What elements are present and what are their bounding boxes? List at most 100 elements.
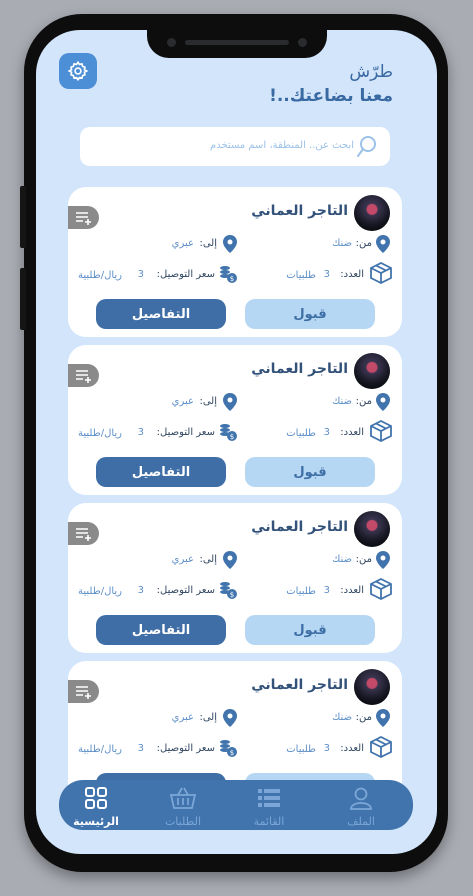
from-value: ضنك bbox=[332, 238, 352, 249]
details-button[interactable]: التفاصيل bbox=[96, 615, 226, 645]
count-unit: طلبيات bbox=[286, 428, 316, 439]
count-value: 3 bbox=[323, 743, 330, 754]
from-label: من: bbox=[355, 238, 372, 249]
avatar bbox=[354, 511, 390, 547]
price-unit: ريال/طلبية bbox=[78, 586, 122, 597]
details-button[interactable]: التفاصيل bbox=[96, 299, 226, 329]
settings-button[interactable] bbox=[59, 53, 97, 89]
count-unit: طلبيات bbox=[286, 586, 316, 597]
price-value: 3 bbox=[137, 585, 144, 596]
grid-icon bbox=[85, 787, 107, 809]
svg-text:$: $ bbox=[230, 433, 234, 441]
price-label: سعر التوصيل: bbox=[156, 585, 215, 596]
location-pin-icon bbox=[223, 235, 237, 253]
location-pin-icon bbox=[376, 235, 390, 253]
add-to-list-button[interactable] bbox=[68, 206, 99, 229]
user-icon bbox=[350, 787, 372, 810]
volume-up-button bbox=[20, 186, 26, 248]
count-value: 3 bbox=[323, 269, 330, 280]
notch bbox=[147, 30, 327, 58]
location-pin-icon bbox=[223, 393, 237, 411]
details-button[interactable]: التفاصيل bbox=[96, 457, 226, 487]
from-pin bbox=[376, 235, 390, 257]
to-label: إلى: bbox=[199, 712, 217, 723]
nav-home-label: الرئيسية bbox=[73, 815, 119, 828]
svg-text:$: $ bbox=[230, 749, 234, 757]
location-pin-icon bbox=[223, 551, 237, 569]
box-icon bbox=[370, 419, 392, 443]
nav-profile-label: الملف bbox=[347, 815, 375, 828]
basket-icon bbox=[169, 787, 197, 809]
price-value: 3 bbox=[137, 427, 144, 438]
location-pin-icon bbox=[223, 709, 237, 727]
search-placeholder: ابحث عن.. المنطقة، اسم مستخدم bbox=[210, 140, 354, 151]
price-value: 3 bbox=[137, 743, 144, 754]
camera-right bbox=[298, 38, 307, 47]
to-value: عبري bbox=[171, 712, 194, 723]
count-unit: طلبيات bbox=[286, 744, 316, 755]
merchant-name: التاجر العماني bbox=[251, 361, 348, 377]
count-icon bbox=[370, 577, 392, 604]
coins-icon: $ bbox=[220, 740, 237, 757]
merchant-name: التاجر العماني bbox=[251, 203, 348, 219]
nav-orders-label: الطلبات bbox=[164, 815, 202, 828]
location-pin-icon bbox=[376, 551, 390, 569]
nav-list[interactable]: القائمة bbox=[239, 786, 299, 828]
from-pin bbox=[376, 393, 390, 415]
avatar bbox=[354, 669, 390, 705]
coins-icon: $ bbox=[220, 424, 237, 441]
to-pin bbox=[223, 709, 237, 731]
add-to-list-button[interactable] bbox=[68, 680, 99, 703]
from-pin bbox=[376, 551, 390, 573]
add-list-icon bbox=[75, 685, 91, 699]
add-to-list-button[interactable] bbox=[68, 522, 99, 545]
price-unit: ريال/طلبية bbox=[78, 270, 122, 281]
count-icon bbox=[370, 261, 392, 288]
count-value: 3 bbox=[323, 585, 330, 596]
bottom-navigation: الملف القائمة الطلبات الرئيسية bbox=[59, 780, 413, 830]
box-icon bbox=[370, 261, 392, 285]
add-to-list-button[interactable] bbox=[68, 364, 99, 387]
price-icon: $ bbox=[218, 738, 238, 762]
accept-button[interactable]: قبول bbox=[245, 615, 375, 645]
price-label: سعر التوصيل: bbox=[156, 269, 215, 280]
to-value: عبري bbox=[171, 238, 194, 249]
to-label: إلى: bbox=[199, 238, 217, 249]
app-title: طرّش bbox=[349, 62, 393, 82]
to-label: إلى: bbox=[199, 554, 217, 565]
camera-left bbox=[167, 38, 176, 47]
svg-text:$: $ bbox=[230, 275, 234, 283]
to-pin bbox=[223, 551, 237, 573]
avatar bbox=[354, 195, 390, 231]
add-list-icon bbox=[75, 527, 91, 541]
nav-profile[interactable]: الملف bbox=[331, 786, 391, 828]
nav-orders[interactable]: الطلبات bbox=[153, 786, 213, 828]
nav-list-label: القائمة bbox=[253, 815, 285, 828]
count-label: العدد: bbox=[340, 269, 364, 280]
location-pin-icon bbox=[376, 393, 390, 411]
from-pin bbox=[376, 709, 390, 731]
price-label: سعر التوصيل: bbox=[156, 743, 215, 754]
to-pin bbox=[223, 393, 237, 415]
accept-button[interactable]: قبول bbox=[245, 457, 375, 487]
price-unit: ريال/طلبية bbox=[78, 744, 122, 755]
avatar bbox=[354, 353, 390, 389]
merchant-name: التاجر العماني bbox=[251, 519, 348, 535]
from-label: من: bbox=[355, 712, 372, 723]
order-card: التاجر العماني من: ضنك إلى: عبري العدد: … bbox=[68, 345, 402, 495]
count-unit: طلبيات bbox=[286, 270, 316, 281]
search-icon bbox=[357, 136, 376, 157]
box-icon bbox=[370, 735, 392, 759]
price-icon: $ bbox=[218, 264, 238, 288]
to-label: إلى: bbox=[199, 396, 217, 407]
count-icon bbox=[370, 735, 392, 762]
coins-icon: $ bbox=[220, 582, 237, 599]
accept-button[interactable]: قبول bbox=[245, 299, 375, 329]
nav-home[interactable]: الرئيسية bbox=[66, 786, 126, 828]
price-icon: $ bbox=[218, 580, 238, 604]
price-label: سعر التوصيل: bbox=[156, 427, 215, 438]
svg-text:$: $ bbox=[230, 591, 234, 599]
search-input[interactable]: ابحث عن.. المنطقة، اسم مستخدم bbox=[80, 127, 390, 166]
from-value: ضنك bbox=[332, 712, 352, 723]
from-label: من: bbox=[355, 554, 372, 565]
